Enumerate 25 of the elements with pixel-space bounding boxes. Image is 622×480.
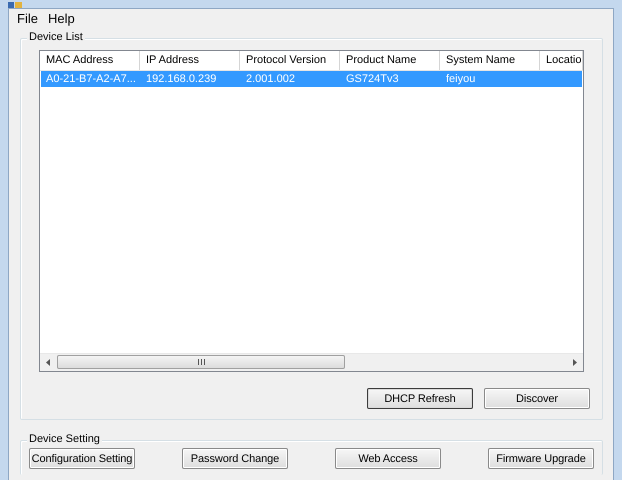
setting-button[interactable]: Web Access — [335, 448, 441, 469]
menu-item[interactable]: Help — [42, 11, 80, 26]
group-title: Device List — [27, 31, 85, 43]
setting-button[interactable]: Password Change — [182, 448, 288, 469]
column-header[interactable]: IP Address — [140, 51, 240, 70]
table-cell-text: 2.001.002 — [245, 72, 296, 87]
setting-button[interactable]: Firmware Upgrade — [488, 448, 594, 469]
column-header[interactable]: Product Name — [340, 51, 440, 70]
column-header[interactable]: System Name — [440, 51, 540, 70]
table-cell-text: A0-21-B7-A2-A7... — [45, 72, 137, 87]
group-title: Device Setting — [27, 433, 102, 445]
menu-item[interactable]: File — [12, 11, 43, 26]
action-button[interactable]: DHCP Refresh — [367, 388, 473, 409]
device-list[interactable]: MAC Address IP Address Protocol Version Product Name System Name Locatio A0-21-B7-A2-A7... 192.168.0.239 2.001.002 GS724Tv3 feiyou — [39, 50, 584, 372]
table-cell-text: GS724Tv3 — [345, 72, 400, 87]
column-header[interactable]: Locatio — [540, 51, 583, 70]
setting-button[interactable]: Configuration Setting — [29, 448, 135, 469]
column-header[interactable]: Protocol Version — [240, 51, 340, 70]
scrollbar-thumb[interactable] — [57, 355, 345, 369]
column-header[interactable]: MAC Address — [40, 51, 140, 70]
table-cell-text: feiyou — [445, 72, 476, 87]
app-icon — [8, 2, 22, 8]
horizontal-scrollbar[interactable] — [40, 353, 583, 371]
action-button[interactable]: Discover — [484, 388, 590, 409]
table-cell-text: 192.168.0.239 — [145, 72, 218, 87]
